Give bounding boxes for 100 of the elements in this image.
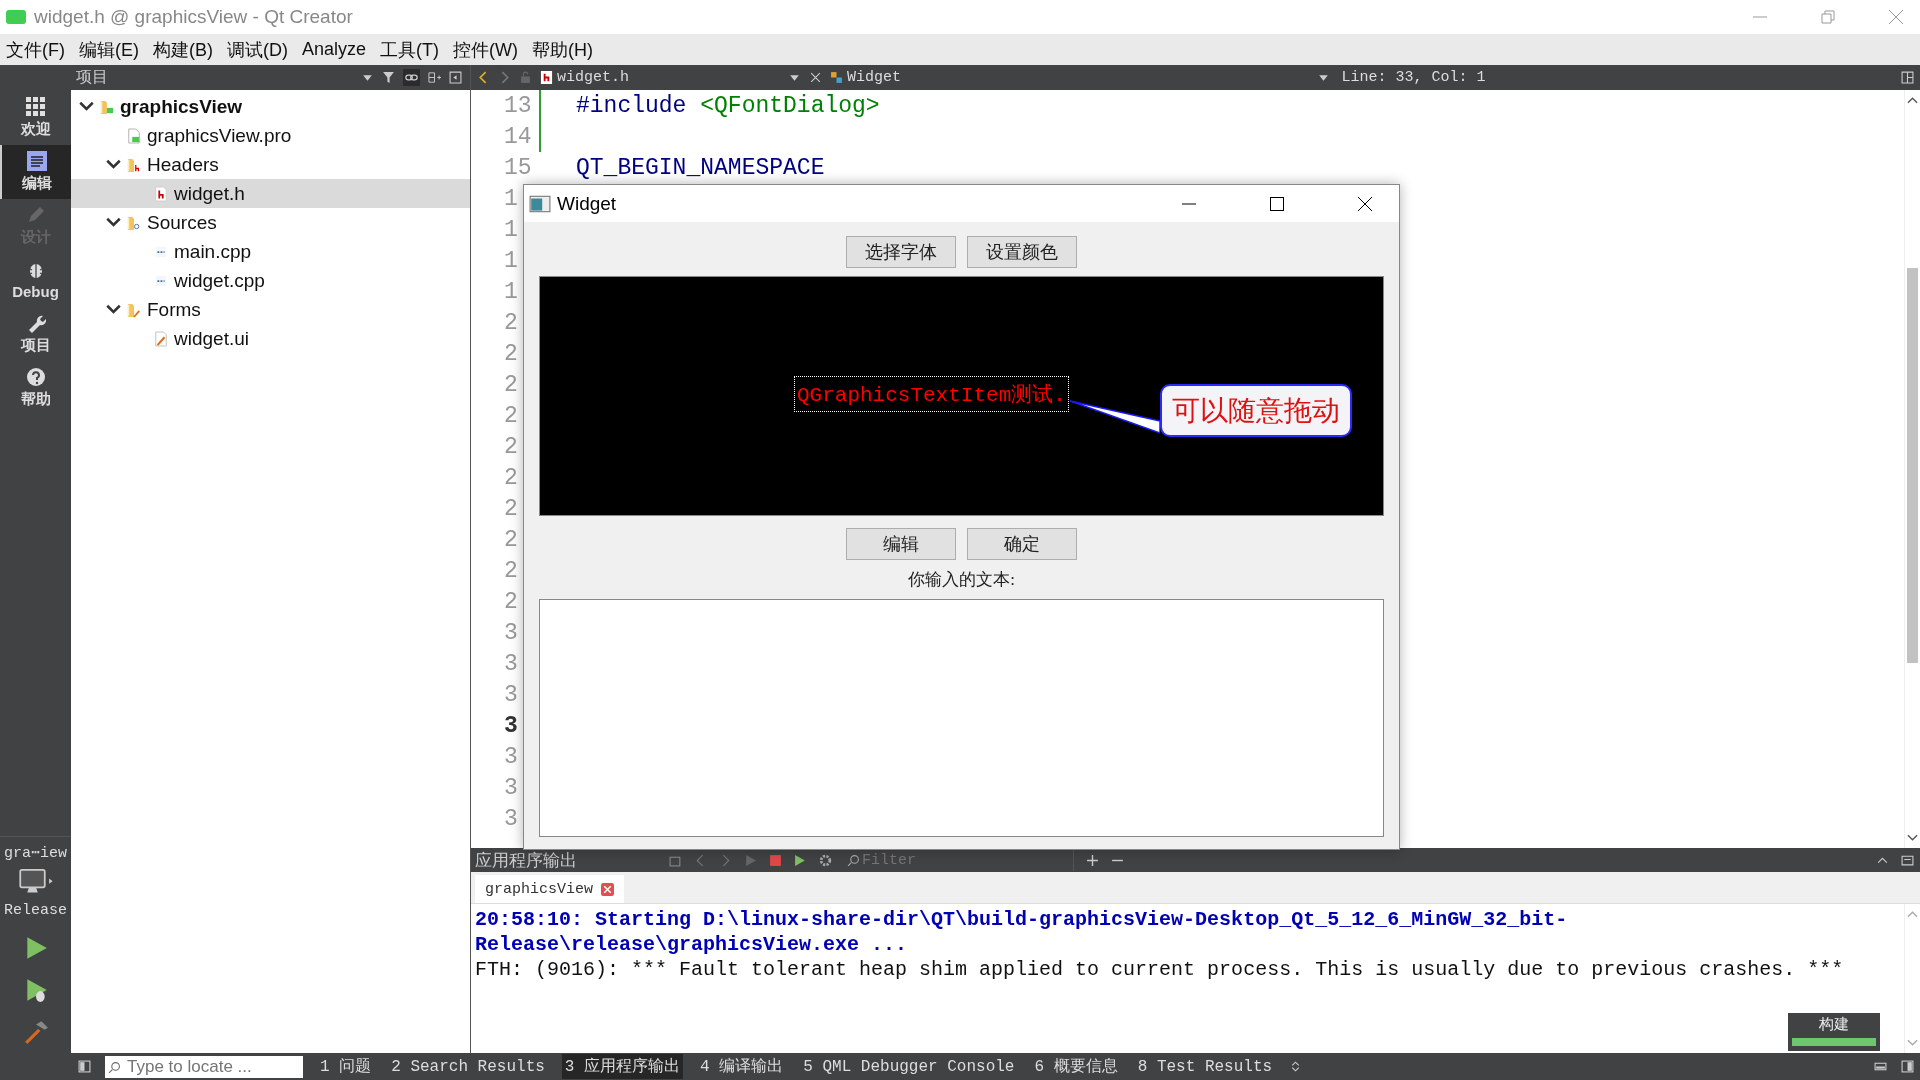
dialog-button[interactable]: 设置颜色	[967, 236, 1077, 268]
split-icon[interactable]	[1901, 71, 1914, 84]
line-number: 3	[503, 805, 519, 832]
line-number: 2	[503, 402, 519, 429]
sidebar-toggle-icon[interactable]	[1901, 1060, 1914, 1073]
window-title: widget.h @ graphicsView - Qt Creator	[34, 6, 353, 28]
pane-title: 应用程序输出	[475, 849, 577, 872]
dialog-button[interactable]: 确定	[967, 528, 1077, 560]
dialog-button[interactable]: 编辑	[846, 528, 956, 560]
menu-item[interactable]: 控件(W)	[453, 37, 518, 62]
filter-icon[interactable]	[382, 71, 395, 84]
line-number: 1	[503, 278, 519, 305]
line-number: 3	[503, 681, 519, 708]
line-number: 1	[503, 185, 519, 212]
symbol-selector[interactable]: Widget	[830, 69, 901, 86]
line-number: 2	[503, 371, 519, 398]
monitor-icon[interactable]	[17, 868, 54, 896]
line-number: 2	[503, 557, 519, 584]
tree-item[interactable]: widget.cpp	[71, 266, 470, 295]
line-number: 2	[503, 495, 519, 522]
output-tab[interactable]: graphicsView	[475, 875, 625, 903]
menu-item[interactable]: 文件(F)	[6, 37, 65, 62]
tree-item[interactable]: main.cpp	[71, 237, 470, 266]
progress-toggle-icon[interactable]	[1874, 1060, 1887, 1073]
tree-item[interactable]: graphicsView	[71, 92, 470, 121]
folder-icon	[127, 214, 141, 231]
help-icon	[25, 367, 46, 387]
build-config: Release	[4, 902, 67, 919]
menu-item[interactable]: 构建(B)	[153, 37, 213, 62]
menu-item[interactable]: 帮助(H)	[532, 37, 593, 62]
menu-item[interactable]: 调试(D)	[227, 37, 288, 62]
line-number: 1	[503, 247, 519, 274]
tree-item[interactable]: widget.ui	[71, 324, 470, 353]
line-number: 2	[503, 309, 519, 336]
line-number: 15	[503, 154, 533, 181]
grid-icon	[25, 97, 46, 117]
header-file-icon	[154, 185, 168, 202]
callout-bubble[interactable]: 可以随意拖动	[1160, 384, 1352, 437]
chevron-icon[interactable]	[106, 157, 121, 172]
project-name: gra⋯iew	[3, 844, 67, 862]
menu-item[interactable]: 编辑(E)	[79, 37, 139, 62]
search-icon	[108, 1060, 121, 1074]
window-icon	[529, 194, 551, 213]
code-line: QT_BEGIN_NAMESPACE	[576, 154, 825, 181]
pane-button[interactable]: 3 应用程序输出	[561, 1054, 684, 1079]
close-panel-icon[interactable]	[449, 71, 462, 84]
pane-button[interactable]: 4 编译输出	[697, 1054, 787, 1079]
stop-icon[interactable]	[769, 853, 782, 867]
dialog-button[interactable]: 选择字体	[846, 236, 956, 268]
graphics-text-item[interactable]: QGraphicsTextItem测试.	[794, 376, 1069, 412]
tree-item[interactable]: widget.h	[71, 179, 470, 208]
line-number: 3	[503, 712, 519, 739]
mode-button[interactable]: 编辑	[0, 145, 71, 199]
text-edit-field[interactable]	[539, 599, 1384, 837]
search-icon	[847, 854, 860, 867]
chevron-icon[interactable]	[106, 302, 121, 317]
pane-button[interactable]: 2 Search Results	[388, 1055, 548, 1078]
locator-field[interactable]: Type to locate ...	[105, 1055, 303, 1078]
tree-item[interactable]: Forms	[71, 295, 470, 324]
line-number: 13	[503, 92, 533, 119]
output-line: 20:58:10: Starting D:\linux-share-dir\QT\build-graphicsView-Desktop_Qt_5_12_6_MinGW_32_bit-	[475, 908, 1569, 933]
pane-button[interactable]: 5 QML Debugger Console	[800, 1055, 1018, 1078]
tree-item[interactable]: Headers	[71, 150, 470, 179]
split-add-icon[interactable]	[428, 71, 441, 84]
link-icon[interactable]	[403, 69, 420, 86]
mode-button[interactable]: 帮助	[0, 361, 71, 415]
sidebar-toggle-icon[interactable]	[78, 1060, 91, 1073]
debug-run-icon[interactable]	[794, 853, 807, 867]
folder-icon	[127, 156, 141, 173]
output-line: FTH: (9016): *** Fault tolerant heap shim applied to current process. This is usually due to previous crashes. ***	[475, 958, 1845, 983]
chevron-icon[interactable]	[79, 99, 94, 114]
zoom-in-icon[interactable]	[1086, 853, 1099, 867]
maximize-icon[interactable]	[1269, 195, 1285, 212]
app-logo-icon	[6, 10, 26, 24]
line-number: 3	[503, 650, 519, 677]
scroll-up-icon[interactable]	[1907, 96, 1918, 104]
close-pane-icon[interactable]	[1901, 853, 1914, 867]
document-icon	[26, 151, 47, 171]
menu-item[interactable]: 工具(T)	[380, 37, 439, 62]
mode-button[interactable]: 欢迎	[0, 91, 71, 145]
scrollbar[interactable]	[1904, 90, 1920, 848]
tree-item[interactable]: graphicsView.pro	[71, 121, 470, 150]
build-progress[interactable]: 构建	[1788, 1013, 1880, 1051]
scroll-down-icon[interactable]	[1907, 834, 1918, 842]
line-number: 3	[503, 774, 519, 801]
mode-button[interactable]: 项目	[0, 307, 71, 361]
pane-button[interactable]: 6 概要信息	[1031, 1054, 1121, 1079]
hammer-icon[interactable]	[22, 1019, 49, 1045]
file-icon	[127, 127, 141, 144]
line-number: 2	[503, 526, 519, 553]
lock-icon	[519, 71, 532, 84]
tree-item[interactable]: Sources	[71, 208, 470, 237]
pane-button[interactable]: 8 Test Results	[1134, 1055, 1276, 1078]
mode-button[interactable]: Debug	[0, 253, 71, 307]
close-icon[interactable]	[1357, 195, 1373, 212]
file-tab[interactable]: widget.h	[540, 69, 780, 86]
pane-button[interactable]: 1 问题	[317, 1054, 375, 1079]
menu-item[interactable]: Analyze	[302, 39, 367, 60]
settings-icon[interactable]	[819, 853, 832, 867]
chevron-icon[interactable]	[106, 215, 121, 230]
